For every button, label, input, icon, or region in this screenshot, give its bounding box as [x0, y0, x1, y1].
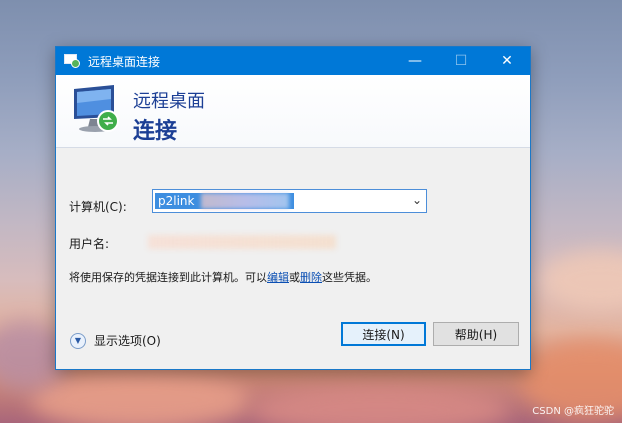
edit-credentials-link[interactable]: 编辑 [267, 271, 289, 284]
cloud-decoration [250, 385, 510, 423]
watermark: CSDN @疯狂驼驼 [532, 406, 614, 417]
info-text: 将使用保存的凭据连接到此计算机。可以 [69, 271, 267, 284]
cloud-decoration [540, 250, 622, 310]
minimize-button[interactable]: — [392, 47, 438, 75]
banner-subtitle: 连接 [133, 119, 178, 144]
delete-credentials-link[interactable]: 删除 [300, 271, 322, 284]
help-button[interactable]: 帮助(H) [433, 322, 519, 346]
computer-combobox[interactable]: p2link ⌄ [152, 189, 427, 213]
window-title: 远程桌面连接 [88, 54, 161, 69]
credentials-info: 将使用保存的凭据连接到此计算机。可以编辑或删除这些凭据。 [69, 269, 377, 285]
username-label: 用户名: [69, 237, 110, 251]
remote-desktop-monitor-icon [74, 85, 119, 132]
banner-title: 远程桌面 [133, 91, 205, 112]
show-options-label[interactable]: 显示选项(O) [94, 332, 161, 349]
connect-button[interactable]: 连接(N) [341, 322, 426, 346]
chevron-down-circle-icon[interactable]: ▼ [70, 332, 86, 349]
chevron-down-icon[interactable]: ⌄ [412, 193, 422, 207]
banner: 远程桌面 连接 [56, 75, 530, 148]
redacted-region [201, 193, 289, 209]
info-text: 这些凭据。 [322, 271, 377, 284]
close-button[interactable]: ✕ [484, 47, 530, 75]
cloud-decoration [30, 370, 250, 423]
maximize-button: ☐ [454, 53, 468, 69]
show-options-toggle[interactable]: ▼ 显示选项(O) [70, 332, 161, 349]
username-value [148, 235, 336, 249]
remote-desktop-window: 远程桌面连接 — ☐ ✕ 远程桌面 连接 计算机(C): p2link ⌄ 用户… [55, 46, 531, 370]
remote-desktop-icon [64, 54, 80, 68]
info-text: 或 [289, 271, 300, 284]
title-bar[interactable]: 远程桌面连接 — ☐ ✕ [56, 47, 530, 75]
desktop-background: 远程桌面连接 — ☐ ✕ 远程桌面 连接 计算机(C): p2link ⌄ 用户… [0, 0, 622, 423]
redacted-region [148, 235, 336, 249]
computer-label: 计算机(C): [69, 200, 127, 214]
